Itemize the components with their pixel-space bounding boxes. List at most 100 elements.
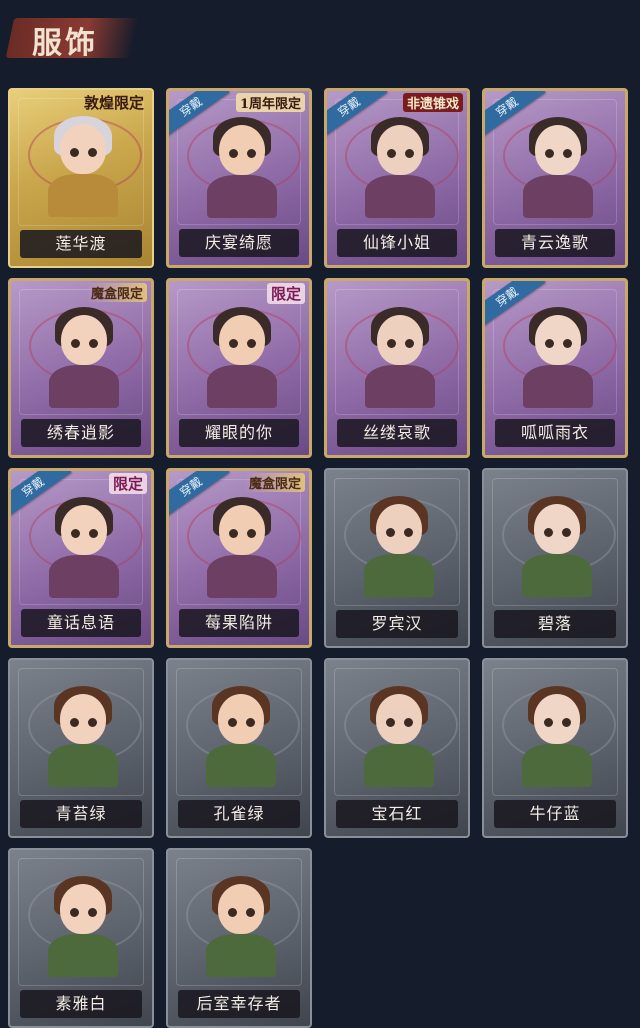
- portrait-body: [207, 365, 277, 408]
- costume-card[interactable]: 宝石红: [324, 658, 470, 838]
- portrait-eye: [88, 908, 97, 917]
- costume-card[interactable]: 碧落: [482, 468, 628, 648]
- portrait-face: [377, 125, 423, 175]
- limited-tag-badge: 限定: [108, 473, 147, 494]
- costume-name: 耀眼的你: [179, 419, 299, 447]
- portrait-eye: [88, 148, 97, 157]
- portrait-body: [364, 744, 434, 787]
- portrait-face: [60, 884, 106, 934]
- costume-card[interactable]: 穿戴 呱呱雨衣: [482, 278, 628, 458]
- costume-card[interactable]: 牛仔蓝: [482, 658, 628, 838]
- portrait-eye: [71, 339, 80, 348]
- limited-tag-badge: 非遗锥戏: [402, 93, 463, 112]
- costume-card[interactable]: 穿戴 青云逸歌: [482, 88, 628, 268]
- portrait-eye: [386, 718, 395, 727]
- portrait-body: [48, 744, 118, 787]
- portrait-body: [206, 744, 276, 787]
- costume-card[interactable]: 素雅白: [8, 848, 154, 1028]
- portrait-eye: [563, 149, 572, 158]
- portrait-face: [535, 125, 581, 175]
- limited-tag-badge: 魔盒限定: [86, 283, 147, 302]
- portrait-eye: [246, 908, 255, 917]
- character-portrait: [207, 303, 277, 408]
- portrait-eye: [71, 529, 80, 538]
- portrait-face: [376, 694, 422, 744]
- costume-card[interactable]: 穿戴 非遗锥戏 仙锋小姐: [324, 88, 470, 268]
- portrait-eye: [387, 149, 396, 158]
- costume-name: 庆宴绮愿: [179, 229, 299, 257]
- portrait-eye: [229, 339, 238, 348]
- portrait-body: [207, 555, 277, 598]
- portrait-body: [365, 175, 435, 218]
- costume-name: 青云逸歌: [495, 229, 615, 257]
- costume-card[interactable]: 限定耀眼的你: [166, 278, 312, 458]
- portrait-eye: [229, 149, 238, 158]
- character-portrait: [364, 682, 434, 787]
- portrait-face: [534, 504, 580, 554]
- page-title: 服饰: [32, 26, 98, 61]
- portrait-body: [48, 934, 118, 977]
- character-portrait: [49, 493, 119, 598]
- costume-name: 孔雀绿: [178, 800, 300, 828]
- costume-name: 丝缕哀歌: [337, 419, 457, 447]
- portrait-eye: [70, 718, 79, 727]
- portrait-eye: [228, 908, 237, 917]
- page-header: 服饰: [0, 0, 640, 61]
- portrait-eye: [404, 528, 413, 537]
- portrait-eye: [247, 149, 256, 158]
- costume-card[interactable]: 魔盒限定绣春逍影: [8, 278, 154, 458]
- portrait-face: [534, 694, 580, 744]
- costume-name: 呱呱雨衣: [495, 419, 615, 447]
- costume-card[interactable]: 孔雀绿: [166, 658, 312, 838]
- portrait-eye: [405, 339, 414, 348]
- portrait-eye: [387, 339, 396, 348]
- portrait-eye: [545, 339, 554, 348]
- character-portrait: [365, 303, 435, 408]
- portrait-body: [364, 554, 434, 597]
- costume-name: 仙锋小姐: [337, 229, 457, 257]
- costume-card[interactable]: 敦煌限定 莲华渡: [8, 88, 154, 268]
- limited-tag-badge: 敦煌限定: [83, 94, 144, 112]
- character-portrait: [522, 682, 592, 787]
- costume-name: 后室幸存者: [178, 990, 300, 1018]
- character-portrait: [48, 112, 118, 217]
- costume-card[interactable]: 丝缕哀歌: [324, 278, 470, 458]
- costume-name: 素雅白: [20, 990, 142, 1018]
- portrait-body: [522, 744, 592, 787]
- portrait-face: [219, 315, 265, 365]
- character-portrait: [523, 113, 593, 218]
- portrait-body: [48, 174, 118, 217]
- character-portrait: [523, 303, 593, 408]
- portrait-eye: [246, 718, 255, 727]
- limited-tag-badge: 限定: [266, 283, 305, 304]
- costume-card[interactable]: 后室幸存者: [166, 848, 312, 1028]
- character-portrait: [49, 303, 119, 408]
- portrait-face: [219, 125, 265, 175]
- portrait-face: [535, 315, 581, 365]
- portrait-eye: [88, 718, 97, 727]
- portrait-face: [61, 315, 107, 365]
- costume-name: 绣春逍影: [21, 419, 141, 447]
- portrait-body: [523, 365, 593, 408]
- portrait-body: [365, 365, 435, 408]
- portrait-face: [377, 315, 423, 365]
- costume-card[interactable]: 穿戴 魔盒限定 莓果陷阱: [166, 468, 312, 648]
- character-portrait: [207, 493, 277, 598]
- portrait-eye: [229, 529, 238, 538]
- portrait-body: [207, 175, 277, 218]
- costume-name: 牛仔蓝: [494, 800, 616, 828]
- portrait-eye: [247, 339, 256, 348]
- costume-card[interactable]: 青苔绿: [8, 658, 154, 838]
- costume-card[interactable]: 穿戴 限定 童话息语: [8, 468, 154, 648]
- costume-name: 碧落: [494, 610, 616, 638]
- costume-card[interactable]: 罗宾汉: [324, 468, 470, 648]
- portrait-body: [49, 365, 119, 408]
- portrait-face: [60, 124, 106, 174]
- costume-card[interactable]: 穿戴 1周年限定 庆宴绮愿: [166, 88, 312, 268]
- portrait-eye: [70, 908, 79, 917]
- portrait-body: [206, 934, 276, 977]
- portrait-eye: [405, 149, 414, 158]
- portrait-face: [60, 694, 106, 744]
- portrait-eye: [544, 528, 553, 537]
- portrait-eye: [70, 148, 79, 157]
